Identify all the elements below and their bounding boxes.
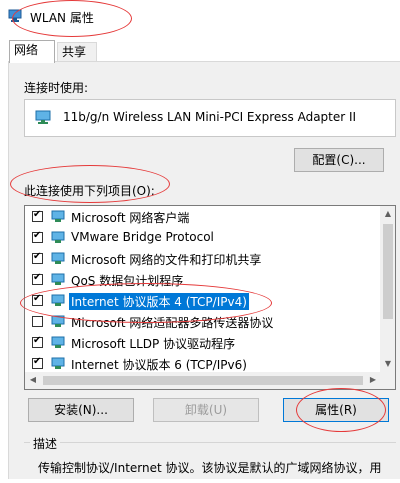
tab-sharing[interactable]: 共享 bbox=[57, 42, 97, 62]
item-label: Internet 协议版本 6 (TCP/IPv6) bbox=[71, 358, 247, 372]
scroll-right-icon[interactable]: ▶ bbox=[365, 375, 381, 384]
list-item[interactable]: VMware Bridge Protocol bbox=[25, 228, 380, 249]
network-protocol-icon bbox=[51, 336, 65, 349]
item-label: Microsoft 网络适配器多路传送器协议 bbox=[71, 316, 274, 330]
item-label: QoS 数据包计划程序 bbox=[71, 274, 184, 288]
network-protocol-icon bbox=[51, 294, 65, 307]
scroll-thumb[interactable] bbox=[43, 376, 363, 385]
scroll-up-icon[interactable]: ▲ bbox=[380, 209, 395, 218]
item-label: Microsoft LLDP 协议驱动程序 bbox=[71, 337, 236, 351]
list-item[interactable]: Microsoft LLDP 协议驱动程序 bbox=[25, 333, 380, 354]
item-label: Microsoft 网络客户端 bbox=[71, 211, 190, 225]
horizontal-scrollbar[interactable]: ◀ ▶ bbox=[25, 372, 395, 389]
item-checkbox[interactable] bbox=[32, 316, 43, 327]
item-checkbox[interactable] bbox=[32, 356, 43, 369]
adapter-box: 11b/g/n Wireless LAN Mini-PCI Express Ad… bbox=[24, 99, 396, 137]
scroll-thumb[interactable] bbox=[383, 224, 393, 319]
item-checkbox[interactable] bbox=[32, 230, 43, 243]
connect-using-label: 连接时使用: bbox=[24, 81, 89, 95]
items-list[interactable]: Microsoft 网络客户端 VMware Bridge Protocol M… bbox=[24, 205, 396, 390]
vertical-scrollbar[interactable]: ▲ ▼ bbox=[380, 206, 395, 372]
title-bar[interactable]: WLAN 属性 bbox=[0, 0, 400, 36]
list-item[interactable]: Microsoft 网络的文件和打印机共享 bbox=[25, 249, 380, 270]
item-label: Microsoft 网络的文件和打印机共享 bbox=[71, 253, 262, 267]
item-checkbox[interactable] bbox=[32, 272, 43, 285]
network-adapter-icon bbox=[8, 9, 22, 23]
network-adapter-icon bbox=[35, 110, 51, 124]
list-item[interactable]: Microsoft 网络客户端 bbox=[25, 207, 380, 228]
item-checkbox[interactable] bbox=[32, 251, 43, 264]
item-checkbox[interactable] bbox=[32, 209, 43, 222]
uninstall-button[interactable]: 卸载(U) bbox=[153, 398, 259, 422]
adapter-name: 11b/g/n Wireless LAN Mini-PCI Express Ad… bbox=[63, 110, 357, 124]
window-title: WLAN 属性 bbox=[30, 11, 94, 25]
description-text: 传输控制协议/Internet 协议。该协议是默认的广域网络协议，用 bbox=[38, 461, 382, 475]
list-item[interactable]: Microsoft 网络适配器多路传送器协议 bbox=[25, 312, 380, 333]
network-protocol-icon bbox=[51, 357, 65, 370]
network-service-icon bbox=[51, 252, 65, 265]
scroll-down-icon[interactable]: ▼ bbox=[380, 359, 395, 368]
properties-button[interactable]: 属性(R) bbox=[283, 398, 389, 422]
configure-button[interactable]: 配置(C)... bbox=[294, 148, 384, 172]
tab-network[interactable]: 网络 bbox=[9, 40, 55, 63]
install-button[interactable]: 安装(N)... bbox=[28, 398, 134, 422]
network-protocol-icon bbox=[51, 231, 65, 244]
description-label: 描述 bbox=[30, 435, 61, 452]
items-section-label: 此连接使用下列项目(O): bbox=[24, 184, 155, 198]
item-checkbox[interactable] bbox=[32, 335, 43, 348]
item-checkbox[interactable] bbox=[32, 293, 43, 306]
network-client-icon bbox=[51, 210, 65, 223]
network-service-icon bbox=[51, 273, 65, 286]
network-protocol-icon bbox=[51, 315, 65, 328]
item-label: VMware Bridge Protocol bbox=[71, 230, 214, 244]
list-item-selected[interactable]: Internet 协议版本 4 (TCP/IPv4) bbox=[25, 291, 380, 312]
tab-bar: 网络 共享 bbox=[0, 36, 400, 63]
item-label: Internet 协议版本 4 (TCP/IPv4) bbox=[69, 293, 249, 310]
list-item[interactable]: QoS 数据包计划程序 bbox=[25, 270, 380, 291]
scroll-left-icon[interactable]: ◀ bbox=[25, 375, 41, 384]
